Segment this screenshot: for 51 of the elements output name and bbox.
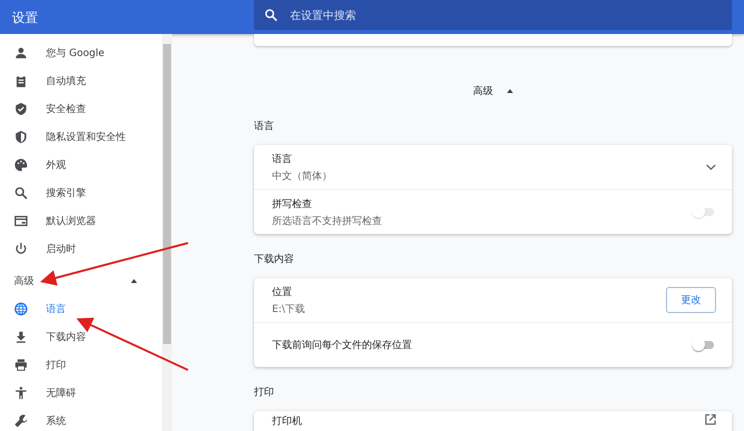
setting-label: 下载前询问每个文件的保存位置 (272, 338, 413, 352)
power-icon (14, 242, 28, 256)
section-title: 语言 (254, 120, 275, 134)
palette-icon (14, 158, 28, 172)
clipboard-icon (14, 74, 28, 88)
setting-label: 打印机 (272, 414, 303, 428)
section-title: 打印 (254, 386, 275, 400)
caret-icon (507, 89, 513, 93)
setting-label: 拼写检查 (272, 198, 313, 210)
setting-value: 中文（简体） (272, 170, 333, 182)
page-title: 设置 (11, 10, 39, 27)
setting-value: E:\下载 (272, 302, 306, 316)
advanced-section-toggle[interactable]: 高级 (0, 267, 162, 295)
search-input[interactable]: 在设置中搜索 (288, 8, 732, 22)
sidebar-item[interactable]: 自动填充 (0, 67, 162, 95)
globe-icon (14, 302, 28, 316)
search-icon (264, 8, 278, 22)
caret-icon (131, 279, 137, 283)
sidebar-item[interactable]: 隐私设置和安全性 (0, 123, 162, 151)
sidebar-item[interactable]: 打印 (0, 351, 162, 379)
sidebar-item[interactable]: 系统 (0, 407, 162, 431)
advanced-toggle[interactable]: 高级 (254, 81, 732, 101)
browser-icon (14, 214, 28, 228)
shield-icon (14, 130, 28, 144)
search-icon (14, 186, 28, 200)
scrollbar-thumb[interactable] (163, 44, 171, 344)
section-title: 下载内容 (254, 252, 295, 267)
setting-label: 位置 (272, 286, 293, 298)
search-field[interactable]: 在设置中搜索 (254, 0, 732, 30)
person-icon (14, 46, 28, 60)
sidebar-item[interactable]: 默认浏览器 (0, 207, 162, 235)
sidebar-item[interactable]: 您与 Google (0, 39, 162, 67)
sidebar-item[interactable]: 启动时 (0, 235, 162, 263)
external-link-icon[interactable] (705, 414, 716, 425)
setting-label: 语言 (272, 152, 293, 166)
sidebar-item[interactable]: 安全检查 (0, 95, 162, 123)
download-icon (14, 330, 28, 344)
toggle-switch[interactable] (692, 338, 716, 352)
sidebar-item[interactable]: 下载内容 (0, 323, 162, 351)
wrench-icon (14, 414, 28, 428)
accessibility-icon (14, 386, 28, 400)
shield-check-icon (14, 102, 28, 116)
chevron-icon[interactable] (706, 164, 716, 170)
printer-icon (14, 358, 28, 372)
sidebar-item[interactable]: 语言 (0, 295, 162, 323)
setting-value: 所选语言不支持拼写检查 (272, 214, 383, 228)
sidebar-item[interactable]: 外观 (0, 151, 162, 179)
change-button[interactable]: 更改 (666, 287, 716, 313)
scrollbar[interactable] (162, 34, 172, 431)
sidebar-item[interactable]: 搜索引擎 (0, 179, 162, 207)
sidebar-item[interactable]: 无障碍 (0, 379, 162, 407)
